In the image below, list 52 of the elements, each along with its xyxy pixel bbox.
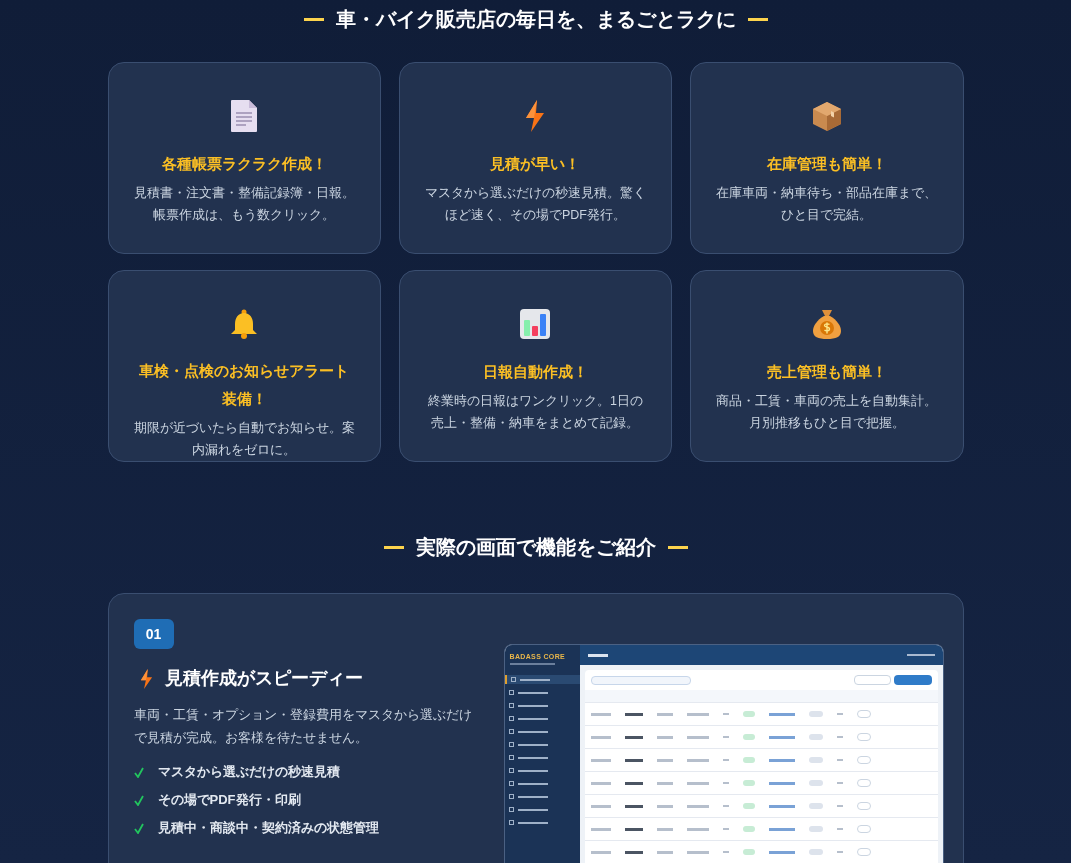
feature-title: 在庫管理も簡単！ xyxy=(766,154,887,174)
section-heading: 実際の画面で機能をご紹介 xyxy=(415,535,656,560)
box-icon xyxy=(810,100,843,132)
status-tag xyxy=(808,734,823,740)
feature-title: 日報自動作成！ xyxy=(483,362,588,382)
feature-heading: 見積作成がスピーディー xyxy=(164,667,363,690)
status-tag xyxy=(808,849,823,855)
check-icon xyxy=(133,822,144,834)
feature-point: 見積中・商談中・契約済みの状態管理 xyxy=(157,819,379,838)
open-button[interactable] xyxy=(856,756,871,764)
money-bag-icon xyxy=(811,308,842,340)
status-tag xyxy=(808,803,823,809)
document-icon xyxy=(230,99,259,133)
lightning-icon xyxy=(139,668,153,689)
feature-description: 見積書・注文書・整備記録簿・日報。帳票作成は、もう数クリック。 xyxy=(132,185,356,224)
feature-description: マスタから選ぶだけの秒速見積。驚くほど速く、その場でPDF発行。 xyxy=(424,185,647,224)
type-tag xyxy=(742,757,755,763)
check-icon xyxy=(133,794,144,806)
feature-point: マスタから選ぶだけの秒速見積 xyxy=(157,763,340,782)
feature-description: 商品・工賃・車両の売上を自動集計。月別推移もひと目で把握。 xyxy=(715,393,939,432)
status-tag xyxy=(808,757,823,763)
type-tag xyxy=(742,734,755,740)
feature-title: 売上管理も簡単！ xyxy=(766,362,887,382)
open-button[interactable] xyxy=(856,825,871,833)
feature-title: 車検・点検のお知らせアラート装備！ xyxy=(138,361,351,409)
feature-title: 見積が早い！ xyxy=(490,154,581,174)
step-number-badge: 01 xyxy=(133,619,174,649)
type-tag xyxy=(742,849,755,855)
open-button[interactable] xyxy=(856,848,871,856)
feature-description: 期限が近づいたら自動でお知らせ。案内漏れをゼロに。 xyxy=(132,420,356,459)
type-tag xyxy=(742,780,755,786)
check-icon xyxy=(133,766,144,778)
bar-chart-icon xyxy=(519,308,552,340)
feature-title: 各種帳票ラクラク作成！ xyxy=(161,154,327,174)
status-tag xyxy=(808,711,823,717)
lightning-icon xyxy=(525,100,546,132)
open-button[interactable] xyxy=(856,710,871,718)
open-button[interactable] xyxy=(856,779,871,787)
status-tag xyxy=(808,826,823,832)
feature-description: 在庫車両・納車待ち・部品在庫まで、ひと目で完結。 xyxy=(715,185,939,224)
status-tag xyxy=(808,780,823,786)
new-estimate-button[interactable] xyxy=(893,675,932,685)
type-tag xyxy=(742,826,755,832)
section-heading: 車・バイク販売店の毎日を、まるごとラクに xyxy=(335,7,736,32)
feature-description: 車両・工賃・オプション・登録費用をマスタから選ぶだけで見積が完成。お客様を待たせません。 xyxy=(133,707,473,747)
feature-point: その場でPDF発行・印刷 xyxy=(157,791,301,810)
search-field[interactable] xyxy=(590,675,691,685)
type-tag xyxy=(742,803,755,809)
type-tag xyxy=(742,711,755,717)
feature-description: 終業時の日報はワンクリック。1日の売上・整備・納車をまとめて記録。 xyxy=(427,393,644,432)
open-button[interactable] xyxy=(856,802,871,810)
open-button[interactable] xyxy=(856,733,871,741)
